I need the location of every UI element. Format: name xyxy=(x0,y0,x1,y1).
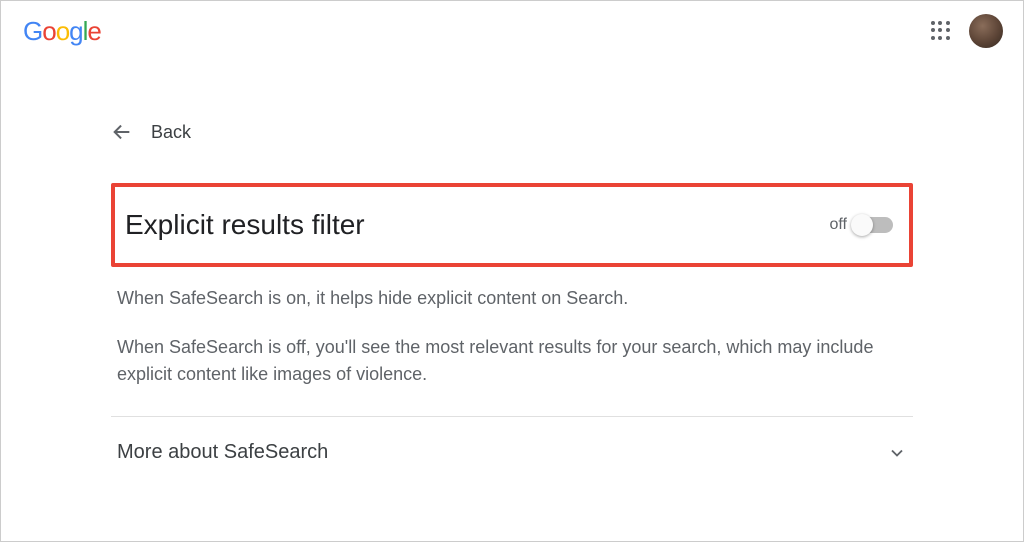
description: When SafeSearch is on, it helps hide exp… xyxy=(111,285,913,388)
apps-grid-icon[interactable] xyxy=(931,21,951,41)
description-para-2: When SafeSearch is off, you'll see the m… xyxy=(117,334,907,388)
more-about-safesearch[interactable]: More about SafeSearch xyxy=(111,417,913,478)
google-logo[interactable]: Google xyxy=(23,16,101,47)
content: Back Explicit results filter off When Sa… xyxy=(1,61,1023,478)
chevron-down-icon xyxy=(887,443,907,463)
filter-title: Explicit results filter xyxy=(125,209,365,241)
header-right xyxy=(931,14,1003,48)
description-para-1: When SafeSearch is on, it helps hide exp… xyxy=(117,285,907,312)
toggle-state-label: off xyxy=(830,216,848,234)
header: Google xyxy=(1,1,1023,61)
avatar[interactable] xyxy=(969,14,1003,48)
back-label: Back xyxy=(151,122,191,143)
more-label: More about SafeSearch xyxy=(117,441,328,464)
toggle-group: off xyxy=(830,216,894,234)
arrow-left-icon xyxy=(111,121,133,143)
back-button[interactable]: Back xyxy=(111,121,913,143)
explicit-filter-section: Explicit results filter off xyxy=(111,183,913,267)
toggle-knob xyxy=(851,214,873,236)
safesearch-toggle[interactable] xyxy=(853,217,893,233)
